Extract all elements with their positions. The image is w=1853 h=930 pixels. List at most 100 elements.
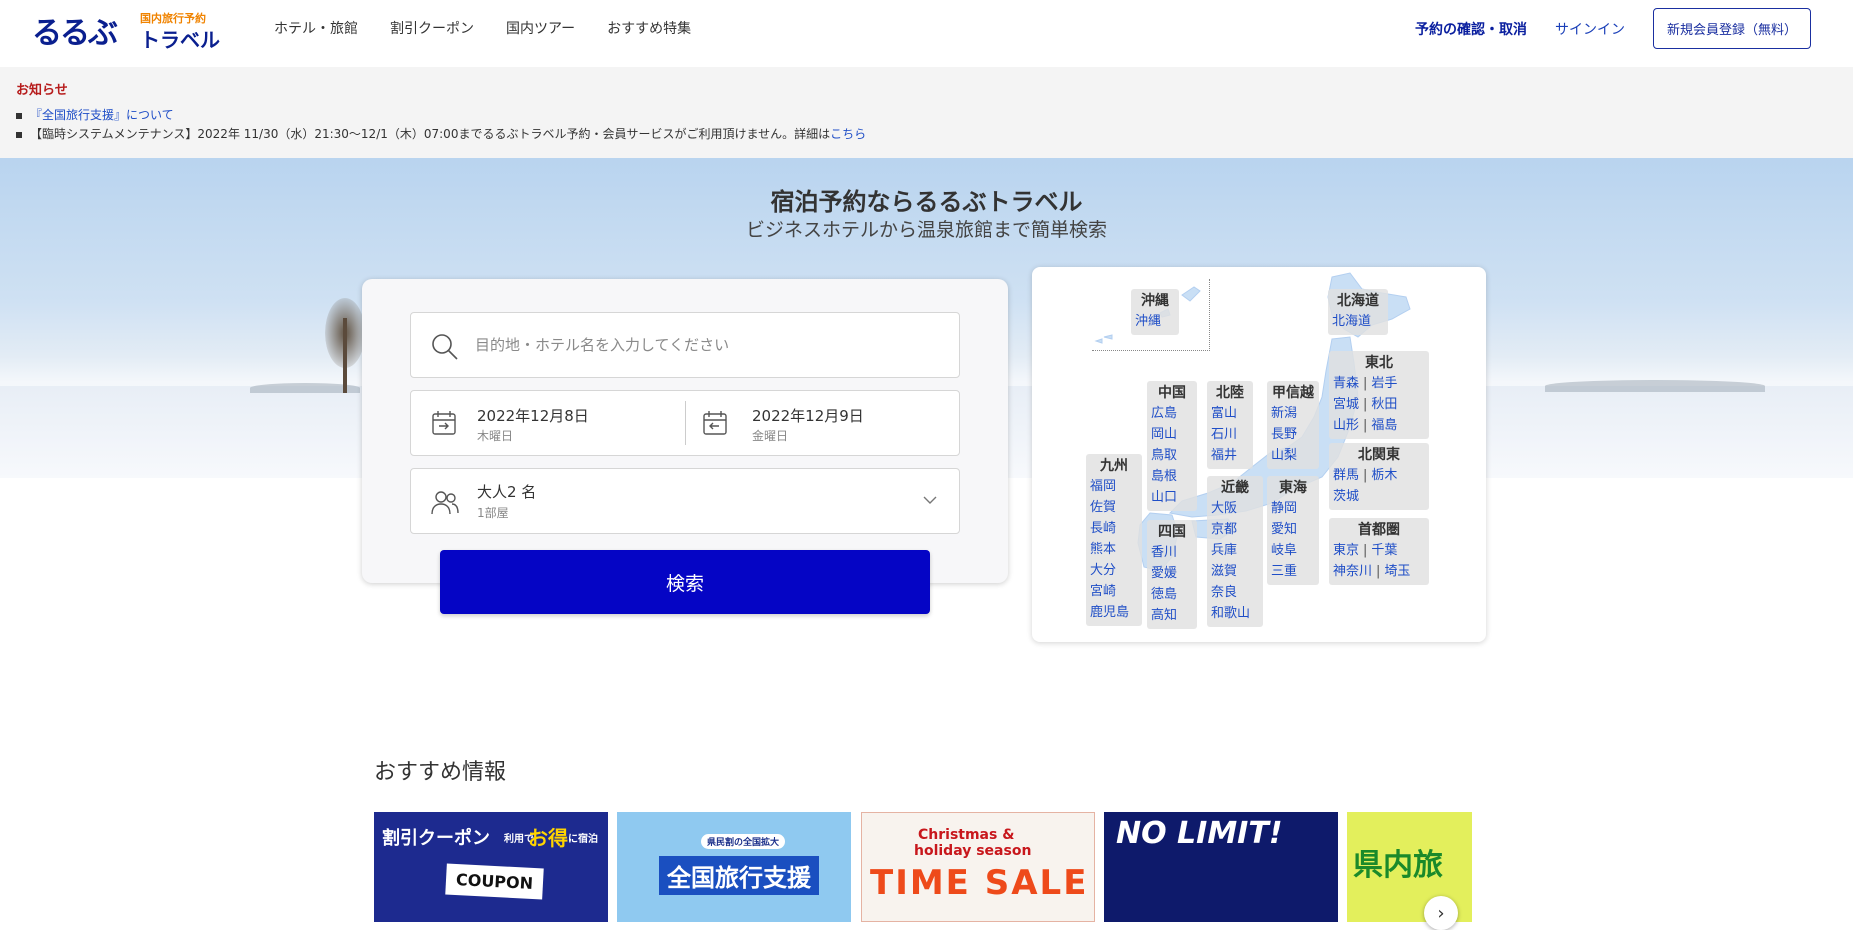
pref-link[interactable]: 岡山: [1151, 424, 1193, 445]
banner-text: holiday season: [914, 843, 1032, 859]
pref-link[interactable]: 茨城: [1333, 489, 1359, 504]
pref-link[interactable]: 福岡: [1090, 476, 1138, 497]
notice-link-travel-support[interactable]: 『全国旅行支援』について: [30, 108, 174, 122]
pref-link[interactable]: 石川: [1211, 424, 1249, 445]
pref-link[interactable]: 埼玉: [1384, 564, 1410, 579]
pref-link[interactable]: 大分: [1090, 560, 1138, 581]
pref-link[interactable]: 和歌山: [1211, 603, 1259, 624]
pref-link[interactable]: 岐阜: [1271, 540, 1315, 561]
pref-link[interactable]: 佐賀: [1090, 497, 1138, 518]
search-button[interactable]: 検索: [440, 550, 930, 614]
search-form: 2022年12月8日 木曜日 2022年12月9日 金曜日 大人2 名 1部屋: [362, 279, 1008, 614]
pref-link[interactable]: 高知: [1151, 605, 1193, 626]
banner-text: に宿泊: [568, 834, 598, 845]
register-button[interactable]: 新規会員登録（無料）: [1652, 8, 1811, 49]
region-name: 東海: [1279, 480, 1307, 496]
pref-link[interactable]: 山口: [1151, 487, 1193, 508]
pref-link[interactable]: 北海道: [1332, 311, 1384, 332]
checkout-date[interactable]: 2022年12月9日 金曜日: [686, 391, 961, 455]
pref-link[interactable]: 奈良: [1211, 582, 1259, 603]
notice-title: お知らせ: [16, 83, 68, 98]
pref-link[interactable]: 富山: [1211, 403, 1249, 424]
region-hokkaido: 北海道 北海道: [1328, 289, 1388, 335]
region-name: 首都圏: [1358, 522, 1400, 538]
banner-text: 県内旅: [1353, 848, 1443, 883]
region-tokai: 東海 静岡 愛知 岐阜 三重: [1267, 476, 1319, 585]
carousel-next-button[interactable]: ›: [1424, 896, 1458, 930]
pref-link[interactable]: 福島: [1371, 418, 1397, 433]
region-kinki: 近畿 大阪 京都 兵庫 滋賀 奈良 和歌山: [1207, 476, 1263, 627]
pref-link[interactable]: 三重: [1271, 561, 1315, 582]
logo-travel: トラベル: [140, 28, 220, 52]
hero-tree: [325, 298, 365, 393]
coupon-tag: COUPON: [445, 863, 544, 900]
pref-link[interactable]: 長崎: [1090, 518, 1138, 539]
pref-link[interactable]: 秋田: [1371, 397, 1397, 412]
banner-coupon[interactable]: 割引クーポン 利用で お得 に宿泊 COUPON: [374, 812, 608, 922]
pref-link[interactable]: 栃木: [1371, 468, 1397, 483]
banner-no-limit[interactable]: NO LIMIT!: [1104, 812, 1338, 922]
pref-link[interactable]: 長野: [1271, 424, 1315, 445]
notice-area: お知らせ 『全国旅行支援』について 【臨時システムメンテナンス】2022年 11…: [0, 67, 1853, 158]
banner-time-sale[interactable]: Christmas & holiday season TIME SALE: [861, 812, 1095, 922]
people-icon: [431, 491, 459, 515]
pref-link[interactable]: 沖縄: [1135, 311, 1175, 332]
pref-link[interactable]: 千葉: [1371, 543, 1397, 558]
region-hokuriku: 北陸 富山 石川 福井: [1207, 381, 1253, 469]
pref-link[interactable]: 山梨: [1271, 445, 1315, 466]
pref-link[interactable]: 新潟: [1271, 403, 1315, 424]
nav-coupons[interactable]: 割引クーポン: [390, 18, 474, 38]
rooms-value: 1部屋: [477, 506, 509, 520]
pref-link[interactable]: 青森: [1333, 376, 1359, 391]
pref-link[interactable]: 宮城: [1333, 397, 1359, 412]
pref-link[interactable]: 香川: [1151, 542, 1193, 563]
site-logo[interactable]: るるぶ 国内旅行予約 トラベル: [32, 8, 222, 52]
pref-link[interactable]: 愛知: [1271, 519, 1315, 540]
pref-link[interactable]: 熊本: [1090, 539, 1138, 560]
guests-field[interactable]: 大人2 名 1部屋: [410, 468, 960, 534]
pref-link[interactable]: 山形: [1333, 418, 1359, 433]
nav-features[interactable]: おすすめ特集: [607, 18, 691, 38]
chevron-right-icon: ›: [1437, 902, 1445, 924]
pref-link[interactable]: 滋賀: [1211, 561, 1259, 582]
region-name: 北関東: [1358, 447, 1400, 463]
hero-subtitle: ビジネスホテルから温泉旅館まで簡単検索: [745, 219, 1107, 241]
notice-item: 『全国旅行支援』について: [16, 106, 1837, 125]
region-okinawa: 沖縄 沖縄: [1131, 289, 1179, 335]
destination-input[interactable]: [475, 313, 945, 377]
banner-text: お得: [528, 826, 568, 850]
pref-link[interactable]: 神奈川: [1333, 564, 1372, 579]
pref-link[interactable]: 宮崎: [1090, 581, 1138, 602]
pref-link[interactable]: 福井: [1211, 445, 1249, 466]
pref-link[interactable]: 岩手: [1371, 376, 1397, 391]
checkin-date[interactable]: 2022年12月8日 木曜日: [411, 391, 686, 455]
pref-link[interactable]: 大阪: [1211, 498, 1259, 519]
pref-link[interactable]: 静岡: [1271, 498, 1315, 519]
pref-link[interactable]: 京都: [1211, 519, 1259, 540]
destination-field[interactable]: [410, 312, 960, 378]
checkin-day: 木曜日: [477, 429, 514, 443]
region-name: 北海道: [1337, 293, 1379, 309]
pref-link[interactable]: 東京: [1333, 543, 1359, 558]
pref-link[interactable]: 愛媛: [1151, 563, 1193, 584]
chevron-down-icon[interactable]: [923, 495, 937, 505]
pref-link[interactable]: 広島: [1151, 403, 1193, 424]
banner-travel-support[interactable]: 県民割の全国拡大 全国旅行支援: [617, 812, 851, 922]
pref-link[interactable]: 兵庫: [1211, 540, 1259, 561]
notice-maintenance-text: 【臨時システムメンテナンス】2022年 11/30（水）21:30～12/1（木…: [30, 127, 831, 141]
pref-link[interactable]: 群馬: [1333, 468, 1359, 483]
signin-link[interactable]: サインイン: [1555, 19, 1625, 39]
search-icon: [432, 334, 458, 360]
region-name: 中国: [1158, 385, 1186, 401]
nav-tours[interactable]: 国内ツアー: [506, 18, 575, 38]
confirm-cancel-link[interactable]: 予約の確認・取消: [1415, 19, 1527, 39]
pref-link[interactable]: 徳島: [1151, 584, 1193, 605]
nav-hotels[interactable]: ホテル・旅館: [274, 18, 358, 38]
region-name: 近畿: [1221, 480, 1249, 496]
pref-link[interactable]: 鹿児島: [1090, 602, 1138, 623]
pref-link[interactable]: 鳥取: [1151, 445, 1193, 466]
pref-link[interactable]: 島根: [1151, 466, 1193, 487]
banner-text: 全国旅行支援: [659, 856, 819, 895]
notice-link-details[interactable]: こちら: [830, 127, 866, 141]
region-name: 沖縄: [1141, 293, 1169, 309]
